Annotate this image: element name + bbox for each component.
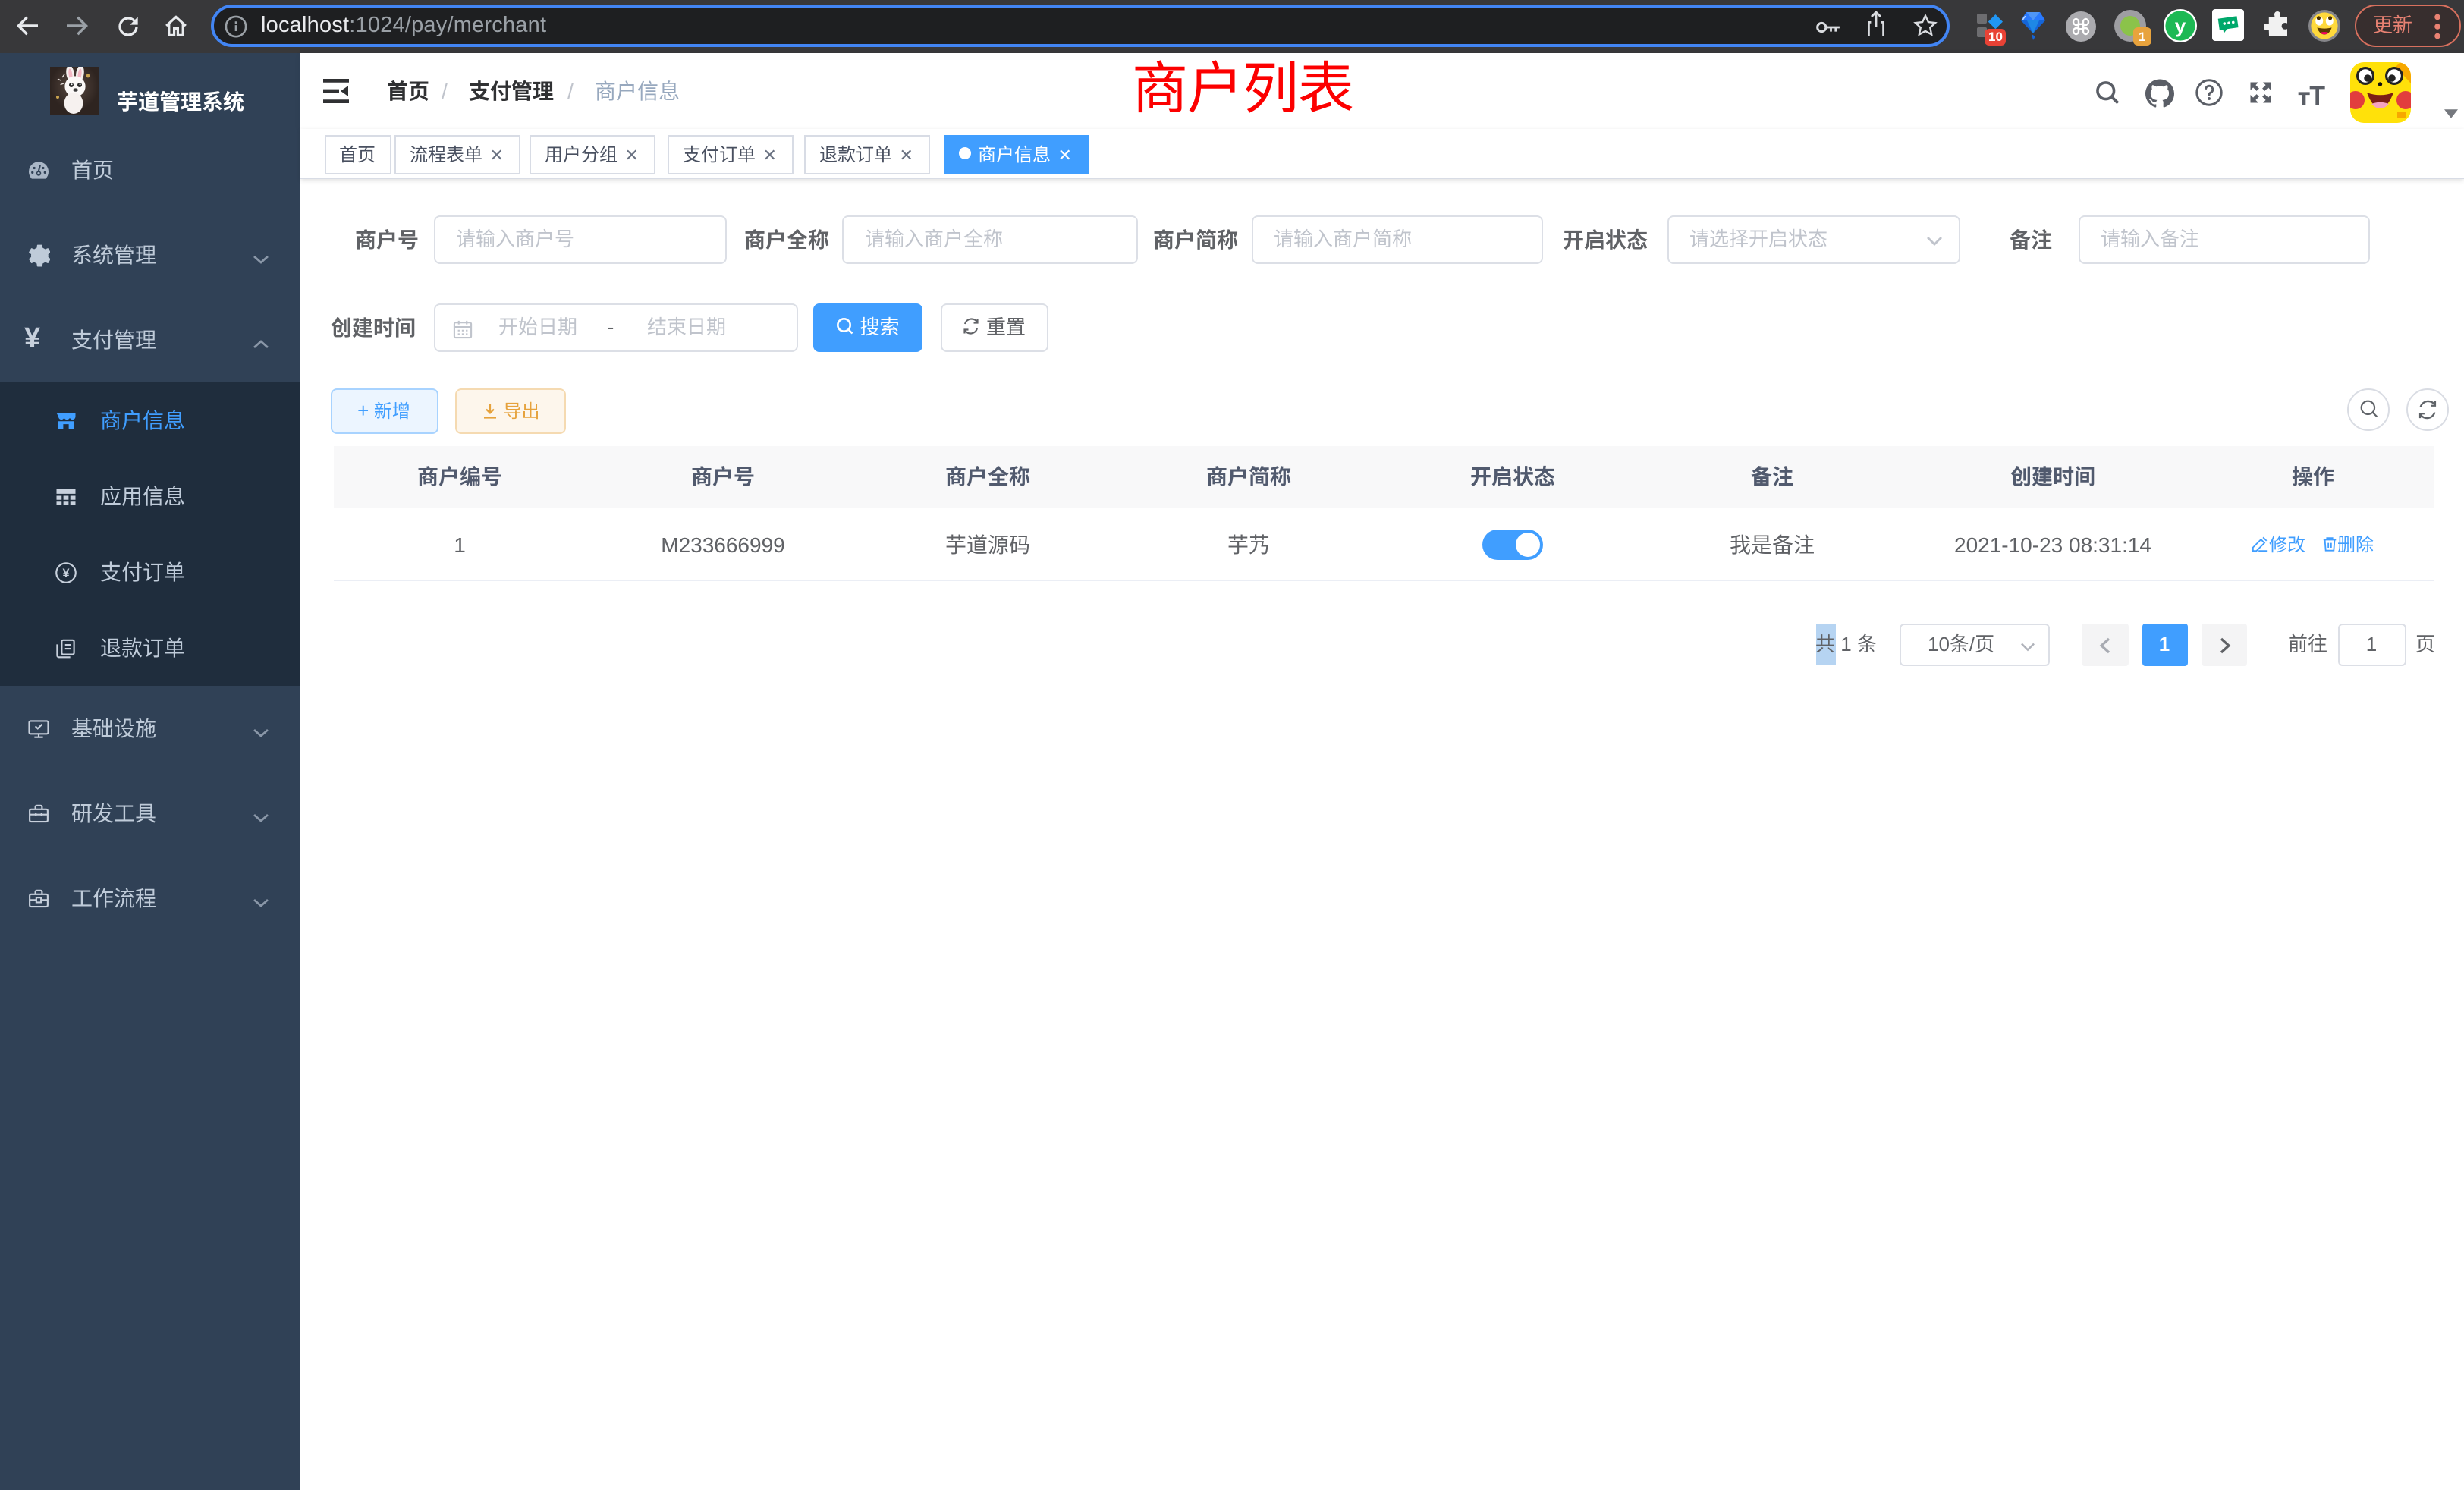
svg-text:¥: ¥ bbox=[62, 567, 69, 580]
svg-text:y: y bbox=[2175, 14, 2186, 37]
